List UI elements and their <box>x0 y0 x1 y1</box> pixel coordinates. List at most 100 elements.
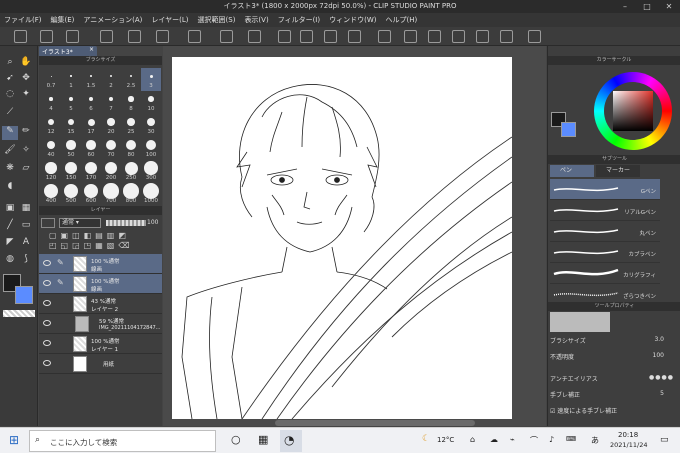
keyboard-icon[interactable]: ⌨ <box>566 435 576 443</box>
visibility-icon[interactable] <box>43 300 51 306</box>
windows-tiles-icon[interactable]: ▦ <box>258 433 268 446</box>
brush-size-option[interactable]: 3 <box>141 68 161 91</box>
brush-size-option[interactable]: 0.7 <box>41 68 61 91</box>
onedrive-icon[interactable]: ⌁ <box>510 435 515 444</box>
tab-marker[interactable]: マーカー <box>596 165 640 177</box>
clock-date[interactable]: 2021/11/24 <box>610 441 647 449</box>
pencil-icon[interactable]: ✏ <box>20 126 32 137</box>
new-file-icon[interactable] <box>40 30 53 43</box>
hand-icon[interactable]: ✋ <box>20 57 32 68</box>
weather-icon[interactable]: ☾ <box>422 434 430 444</box>
layer-row[interactable]: 43 %通常 レイヤー 2 <box>39 294 162 314</box>
ime-indicator[interactable]: あ <box>591 435 599 446</box>
brush-icon[interactable]: 🖌 <box>4 145 16 156</box>
menu-window[interactable]: ウィンドウ(W) <box>329 15 376 25</box>
brush-size-option[interactable]: 70 <box>101 137 121 160</box>
brush-size-option[interactable]: 12 <box>41 114 61 137</box>
close-tab-icon[interactable]: × <box>89 46 94 53</box>
network-icon[interactable]: ☁ <box>490 435 498 444</box>
layer-row[interactable]: ✎ 100 %通常 線画 <box>39 254 162 274</box>
brush-size-option[interactable]: 1 <box>61 68 81 91</box>
notification-icon[interactable]: ▭ <box>660 435 669 445</box>
magic-wand-icon[interactable]: ✦ <box>20 89 32 100</box>
figure-icon[interactable]: ╱ <box>4 220 16 231</box>
brush-size-option[interactable]: 600 <box>81 183 101 206</box>
brush-size-option[interactable]: 25 <box>121 114 141 137</box>
visibility-icon[interactable] <box>43 320 51 326</box>
brush-size-option[interactable]: 2 <box>101 68 121 91</box>
brush-size-row[interactable]: ブラシサイズ 3.0 <box>550 336 678 349</box>
save-as-icon[interactable] <box>128 30 141 43</box>
stabilization-row[interactable]: 手ブレ補正 5 <box>550 390 678 403</box>
move-layer-icon[interactable]: ✥ <box>20 73 32 84</box>
correct-line-icon[interactable]: ⟆ <box>20 254 32 265</box>
menu-filter[interactable]: フィルター(I) <box>278 15 320 25</box>
brush-size-option[interactable]: 170 <box>81 160 101 183</box>
brush-size-option[interactable]: 6 <box>81 91 101 114</box>
speed-stabilization-row[interactable]: ☑ 速度による手ブレ補正 <box>550 406 678 419</box>
brush-size-option[interactable]: 60 <box>81 137 101 160</box>
settings-icon[interactable] <box>278 30 291 43</box>
open-file-icon[interactable] <box>66 30 79 43</box>
decoration-icon[interactable]: ❋ <box>4 163 16 174</box>
brush-size-option[interactable]: 5 <box>61 91 81 114</box>
brush-size-option[interactable]: 250 <box>121 160 141 183</box>
balloon-icon[interactable]: ◍ <box>4 254 16 265</box>
brush-size-option[interactable]: 500 <box>61 183 81 206</box>
brush-size-option[interactable]: 30 <box>141 114 161 137</box>
brush-size-option[interactable]: 10 <box>141 91 161 114</box>
clip-studio-taskbar-icon[interactable]: ◔ <box>280 430 302 452</box>
brightness-icon[interactable] <box>300 30 313 43</box>
brush-size-option[interactable]: 17 <box>81 114 101 137</box>
fill-icon[interactable] <box>324 30 337 43</box>
hue-ring[interactable] <box>594 72 672 150</box>
frame-icon[interactable]: ▭ <box>20 220 32 231</box>
crop-icon[interactable] <box>404 30 417 43</box>
brush-size-option[interactable]: 80 <box>121 137 141 160</box>
opacity-row[interactable]: 不透明度 100 <box>550 352 678 365</box>
taskbar-search[interactable]: ⌕ ここに入力して検索 <box>29 430 216 452</box>
brush-size-option[interactable]: 100 <box>141 137 161 160</box>
perspective-icon[interactable] <box>500 30 513 43</box>
brush-size-option[interactable]: 1000 <box>141 183 161 206</box>
airbrush-icon[interactable]: ✧ <box>20 145 32 156</box>
brush-size-option[interactable]: 50 <box>61 137 81 160</box>
brush-size-option[interactable]: 4 <box>41 91 61 114</box>
people-icon[interactable]: ⌂ <box>470 435 475 444</box>
layer-row[interactable]: 用紙 <box>39 354 162 374</box>
menu-animation[interactable]: アニメーション(A) <box>83 15 142 25</box>
brush-size-option[interactable]: 1.5 <box>81 68 101 91</box>
antialias-options[interactable]: ●●●● <box>649 374 674 381</box>
sub-color-chip[interactable] <box>561 122 576 137</box>
canvas-tab[interactable]: イラスト3* × <box>39 46 97 56</box>
brush-size-option[interactable]: 700 <box>101 183 121 206</box>
tab-pen[interactable]: ペン <box>550 165 594 177</box>
layer-row[interactable]: ✎ 100 %通常 線画 <box>39 274 162 294</box>
move-icon[interactable]: ➹ <box>4 73 16 84</box>
save-icon[interactable] <box>100 30 113 43</box>
brush-size-option[interactable]: 2.5 <box>121 68 141 91</box>
clock-time[interactable]: 20:18 <box>618 431 638 439</box>
menu-view[interactable]: 表示(V) <box>244 15 268 25</box>
undo-icon[interactable] <box>220 30 233 43</box>
horizontal-scrollbar[interactable] <box>275 420 475 426</box>
blend-mode-select[interactable]: 通常 ▾ <box>59 218 101 228</box>
ruler-tool-icon[interactable]: ◤ <box>4 237 16 248</box>
windows-start-icon[interactable]: ⊞ <box>9 433 19 447</box>
layer-row[interactable]: 59 %通常 IMG_20211104172847... <box>39 314 162 334</box>
layer-row[interactable]: 100 %通常 レイヤー 1 <box>39 334 162 354</box>
assets-icon[interactable] <box>528 30 541 43</box>
fill-tool-icon[interactable]: ▣ <box>4 203 16 214</box>
layer-mode-icon[interactable] <box>41 218 55 228</box>
menu-file[interactable]: ファイル(F) <box>4 15 42 25</box>
brush-size-option[interactable]: 15 <box>61 114 81 137</box>
pen-ruler-icon[interactable] <box>452 30 465 43</box>
volume-icon[interactable]: ♪ <box>549 435 554 444</box>
menu-edit[interactable]: 編集(E) <box>51 15 75 25</box>
visibility-icon[interactable] <box>43 360 51 366</box>
pen-tool-icon[interactable]: ✎ <box>2 126 18 140</box>
eyedropper-icon[interactable]: ⟋ <box>4 107 16 118</box>
menu-layer[interactable]: レイヤー(L) <box>151 15 188 25</box>
antialias-row[interactable]: アンチエイリアス ●●●● <box>550 374 678 387</box>
ruler-icon[interactable] <box>428 30 441 43</box>
